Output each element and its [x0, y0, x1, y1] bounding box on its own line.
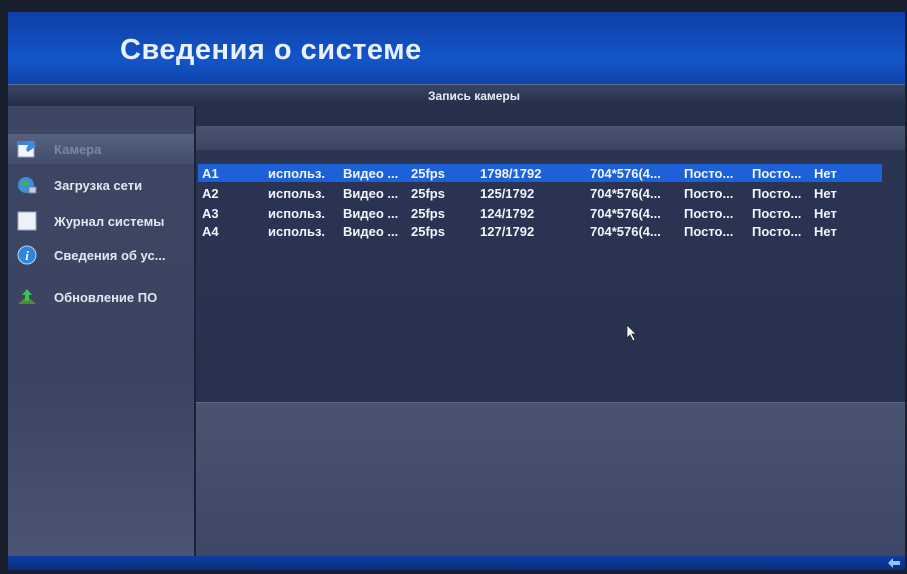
cell-channel: A4: [202, 224, 219, 239]
cell-schedule: Посто...: [752, 206, 802, 221]
cell-audio: Нет: [814, 186, 837, 201]
tab-camera-record[interactable]: Запись камеры: [428, 89, 520, 103]
cell-schedule: Посто...: [752, 224, 802, 239]
table-row[interactable]: A3 использ. Видео ... 25fps 124/1792 704…: [198, 204, 882, 222]
sidebar: Камера Загрузка сети Журнал системы i Св…: [8, 106, 196, 556]
cell-resolution: 704*576(4...: [590, 166, 661, 181]
cell-resolution: 704*576(4...: [590, 186, 661, 201]
cell-frame-rate: 25fps: [411, 186, 445, 201]
camera-record-panel: A1 использ. Видео ... 25fps 1798/1792 70…: [196, 106, 905, 557]
tab-bar: Запись камеры: [8, 84, 905, 107]
sidebar-item-label: Камера: [54, 141, 102, 157]
cell-schedule: Посто...: [752, 166, 802, 181]
sidebar-item-device-info[interactable]: i Сведения об ус...: [8, 240, 194, 270]
info-icon: i: [17, 245, 37, 265]
sidebar-item-label: Журнал системы: [54, 213, 165, 229]
cell-status: использ.: [268, 186, 326, 201]
sidebar-item-label: Сведения об ус...: [54, 247, 166, 263]
cell-audio: Нет: [814, 166, 837, 181]
cell-channel: A1: [202, 166, 219, 181]
camera-record-table: A1 использ. Видео ... 25fps 1798/1792 70…: [196, 150, 905, 402]
cell-stream-type: Видео ...: [343, 224, 399, 239]
cell-audio: Нет: [814, 206, 837, 221]
cell-record-mode: Посто...: [684, 186, 734, 201]
sidebar-item-label: Обновление ПО: [54, 289, 158, 305]
cell-bitrate: 125/1792: [480, 186, 535, 201]
cell-resolution: 704*576(4...: [590, 224, 661, 239]
footer-bar: [8, 556, 905, 570]
table-row[interactable]: A2 использ. Видео ... 25fps 125/1792 704…: [198, 184, 882, 202]
cell-bitrate: 124/1792: [480, 206, 535, 221]
cell-schedule: Посто...: [752, 186, 802, 201]
cell-bitrate: 1798/1792: [480, 166, 542, 181]
notepad-icon: [17, 140, 36, 158]
cell-audio: Нет: [814, 224, 837, 239]
cell-stream-type: Видео ...: [343, 186, 399, 201]
sidebar-item-camera[interactable]: Камера: [8, 134, 194, 164]
cell-resolution: 704*576(4...: [590, 206, 661, 221]
sidebar-item-firmware-update[interactable]: Обновление ПО: [8, 282, 194, 312]
cell-stream-type: Видео ...: [343, 166, 399, 181]
cell-status: использ.: [268, 224, 326, 239]
cell-stream-type: Видео ...: [343, 206, 399, 221]
table-row[interactable]: A4 использ. Видео ... 25fps 127/1792 704…: [198, 222, 882, 240]
network-globe-icon: [18, 177, 37, 194]
detail-panel: [196, 402, 905, 557]
table-row[interactable]: A1 использ. Видео ... 25fps 1798/1792 70…: [198, 164, 882, 182]
table-column-header: [196, 126, 905, 150]
cell-record-mode: Посто...: [684, 206, 734, 221]
cell-frame-rate: 25fps: [411, 166, 445, 181]
back-arrow-icon[interactable]: [887, 557, 901, 569]
cell-record-mode: Посто...: [684, 224, 734, 239]
upgrade-icon: [18, 289, 36, 304]
cell-record-mode: Посто...: [684, 166, 734, 181]
cell-channel: A3: [202, 206, 219, 221]
cell-frame-rate: 25fps: [411, 224, 445, 239]
cell-frame-rate: 25fps: [411, 206, 445, 221]
page-title: Сведения о системе: [120, 34, 422, 66]
sidebar-item-system-log[interactable]: Журнал системы: [8, 206, 194, 236]
sidebar-item-network-load[interactable]: Загрузка сети: [8, 170, 194, 200]
cell-status: использ.: [268, 166, 326, 181]
system-info-screen: Сведения о системе Запись камеры Камера …: [8, 12, 905, 570]
sidebar-item-label: Загрузка сети: [54, 177, 143, 193]
log-page-icon: [17, 211, 37, 231]
mouse-cursor-icon: [626, 324, 637, 342]
cell-status: использ.: [268, 206, 326, 221]
cell-bitrate: 127/1792: [480, 224, 535, 239]
svg-text:i: i: [25, 248, 29, 263]
cell-channel: A2: [202, 186, 219, 201]
